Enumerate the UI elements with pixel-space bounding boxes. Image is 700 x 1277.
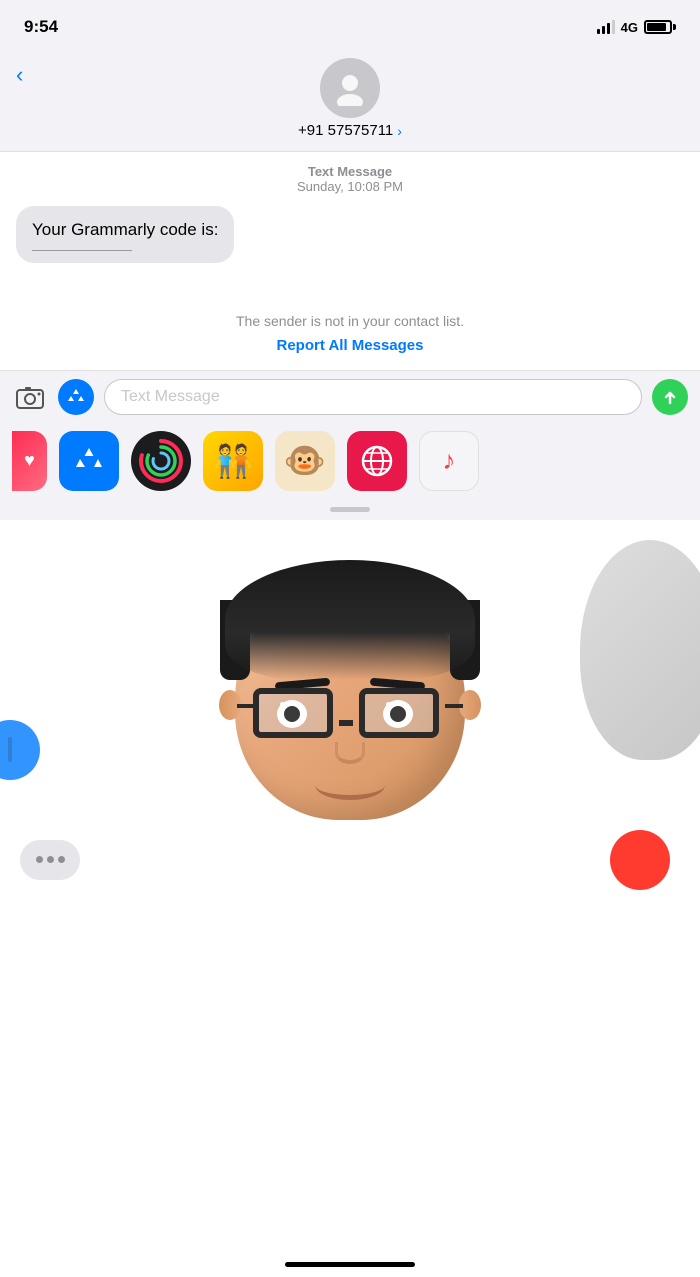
glasses-left-frame: [253, 688, 333, 738]
appstore-full-icon: [71, 443, 107, 479]
memoji-right-partial: [580, 540, 700, 760]
camera-icon: [16, 383, 44, 411]
appstore-icon: [65, 386, 87, 408]
nav-header: ‹ +91 57575711 ›: [0, 50, 700, 152]
back-button[interactable]: ‹: [16, 62, 23, 88]
glasses-right-frame: [359, 688, 439, 738]
message-input[interactable]: Text Message: [104, 379, 642, 415]
drag-indicator: [0, 499, 700, 520]
contact-name[interactable]: +91 57575711 ›: [298, 122, 402, 139]
memoji-left-partial: [0, 720, 40, 780]
glasses-bridge: [339, 720, 353, 726]
app-icon-music[interactable]: ♪: [419, 431, 479, 491]
memoji-glasses: [253, 688, 447, 738]
memoji-character: [210, 550, 490, 870]
status-icons: 4G: [597, 20, 676, 35]
app-icon-monkey[interactable]: 🐵: [275, 431, 335, 491]
message-area: Text Message Sunday, 10:08 PM Your Gramm…: [0, 152, 700, 283]
partial-app-icon[interactable]: ♥: [12, 431, 47, 491]
globe-icon: [359, 443, 395, 479]
message-time-label: Sunday, 10:08 PM: [16, 179, 684, 194]
status-time: 9:54: [24, 17, 58, 37]
message-text: Your Grammarly code is:: [32, 220, 218, 239]
activity-ring-icon: [136, 436, 186, 486]
memoji-mouth: [315, 770, 385, 800]
app-icon-web[interactable]: [347, 431, 407, 491]
avatar: [320, 58, 380, 118]
home-indicator: [285, 1262, 415, 1267]
memoji-head: [235, 580, 465, 820]
app-icon-memoji[interactable]: 🧑‍🤝‍🧑: [203, 431, 263, 491]
message-type-label: Text Message: [16, 164, 684, 179]
report-all-messages-link[interactable]: Report All Messages: [16, 337, 684, 354]
message-underline: [32, 250, 132, 251]
message-input-placeholder: Text Message: [121, 388, 220, 406]
memoji-nose: [335, 742, 365, 764]
app-icon-appstore[interactable]: [59, 431, 119, 491]
status-bar: 9:54 4G: [0, 0, 700, 50]
drag-pill: [330, 507, 370, 512]
more-options-button[interactable]: [20, 840, 80, 880]
music-note-icon: ♪: [443, 445, 456, 476]
memoji-section: [0, 520, 700, 980]
person-icon: [332, 70, 368, 106]
memoji-hair: [225, 560, 475, 680]
message-date: Text Message Sunday, 10:08 PM: [16, 164, 684, 194]
network-label: 4G: [621, 20, 638, 35]
record-button[interactable]: [610, 830, 670, 890]
memoji-eye-left: [277, 700, 307, 728]
app-suggestions-row: ♥ 🧑‍🤝‍🧑 🐵: [0, 423, 700, 499]
send-icon: [660, 387, 680, 407]
not-in-contacts-text: The sender is not in your contact list.: [16, 313, 684, 329]
message-bubble: Your Grammarly code is:: [16, 206, 234, 263]
input-bar: Text Message: [0, 370, 700, 423]
camera-button[interactable]: [12, 379, 48, 415]
memoji-eye-right: [383, 700, 413, 728]
signal-bars-icon: [597, 20, 615, 34]
app-icon-activity[interactable]: [131, 431, 191, 491]
send-button[interactable]: [652, 379, 688, 415]
message-bubble-container: Your Grammarly code is:: [16, 206, 684, 263]
not-in-contacts: The sender is not in your contact list. …: [0, 283, 700, 370]
battery-icon: [644, 20, 676, 34]
chevron-right-icon: ›: [397, 123, 402, 139]
appstore-input-button[interactable]: [58, 379, 94, 415]
